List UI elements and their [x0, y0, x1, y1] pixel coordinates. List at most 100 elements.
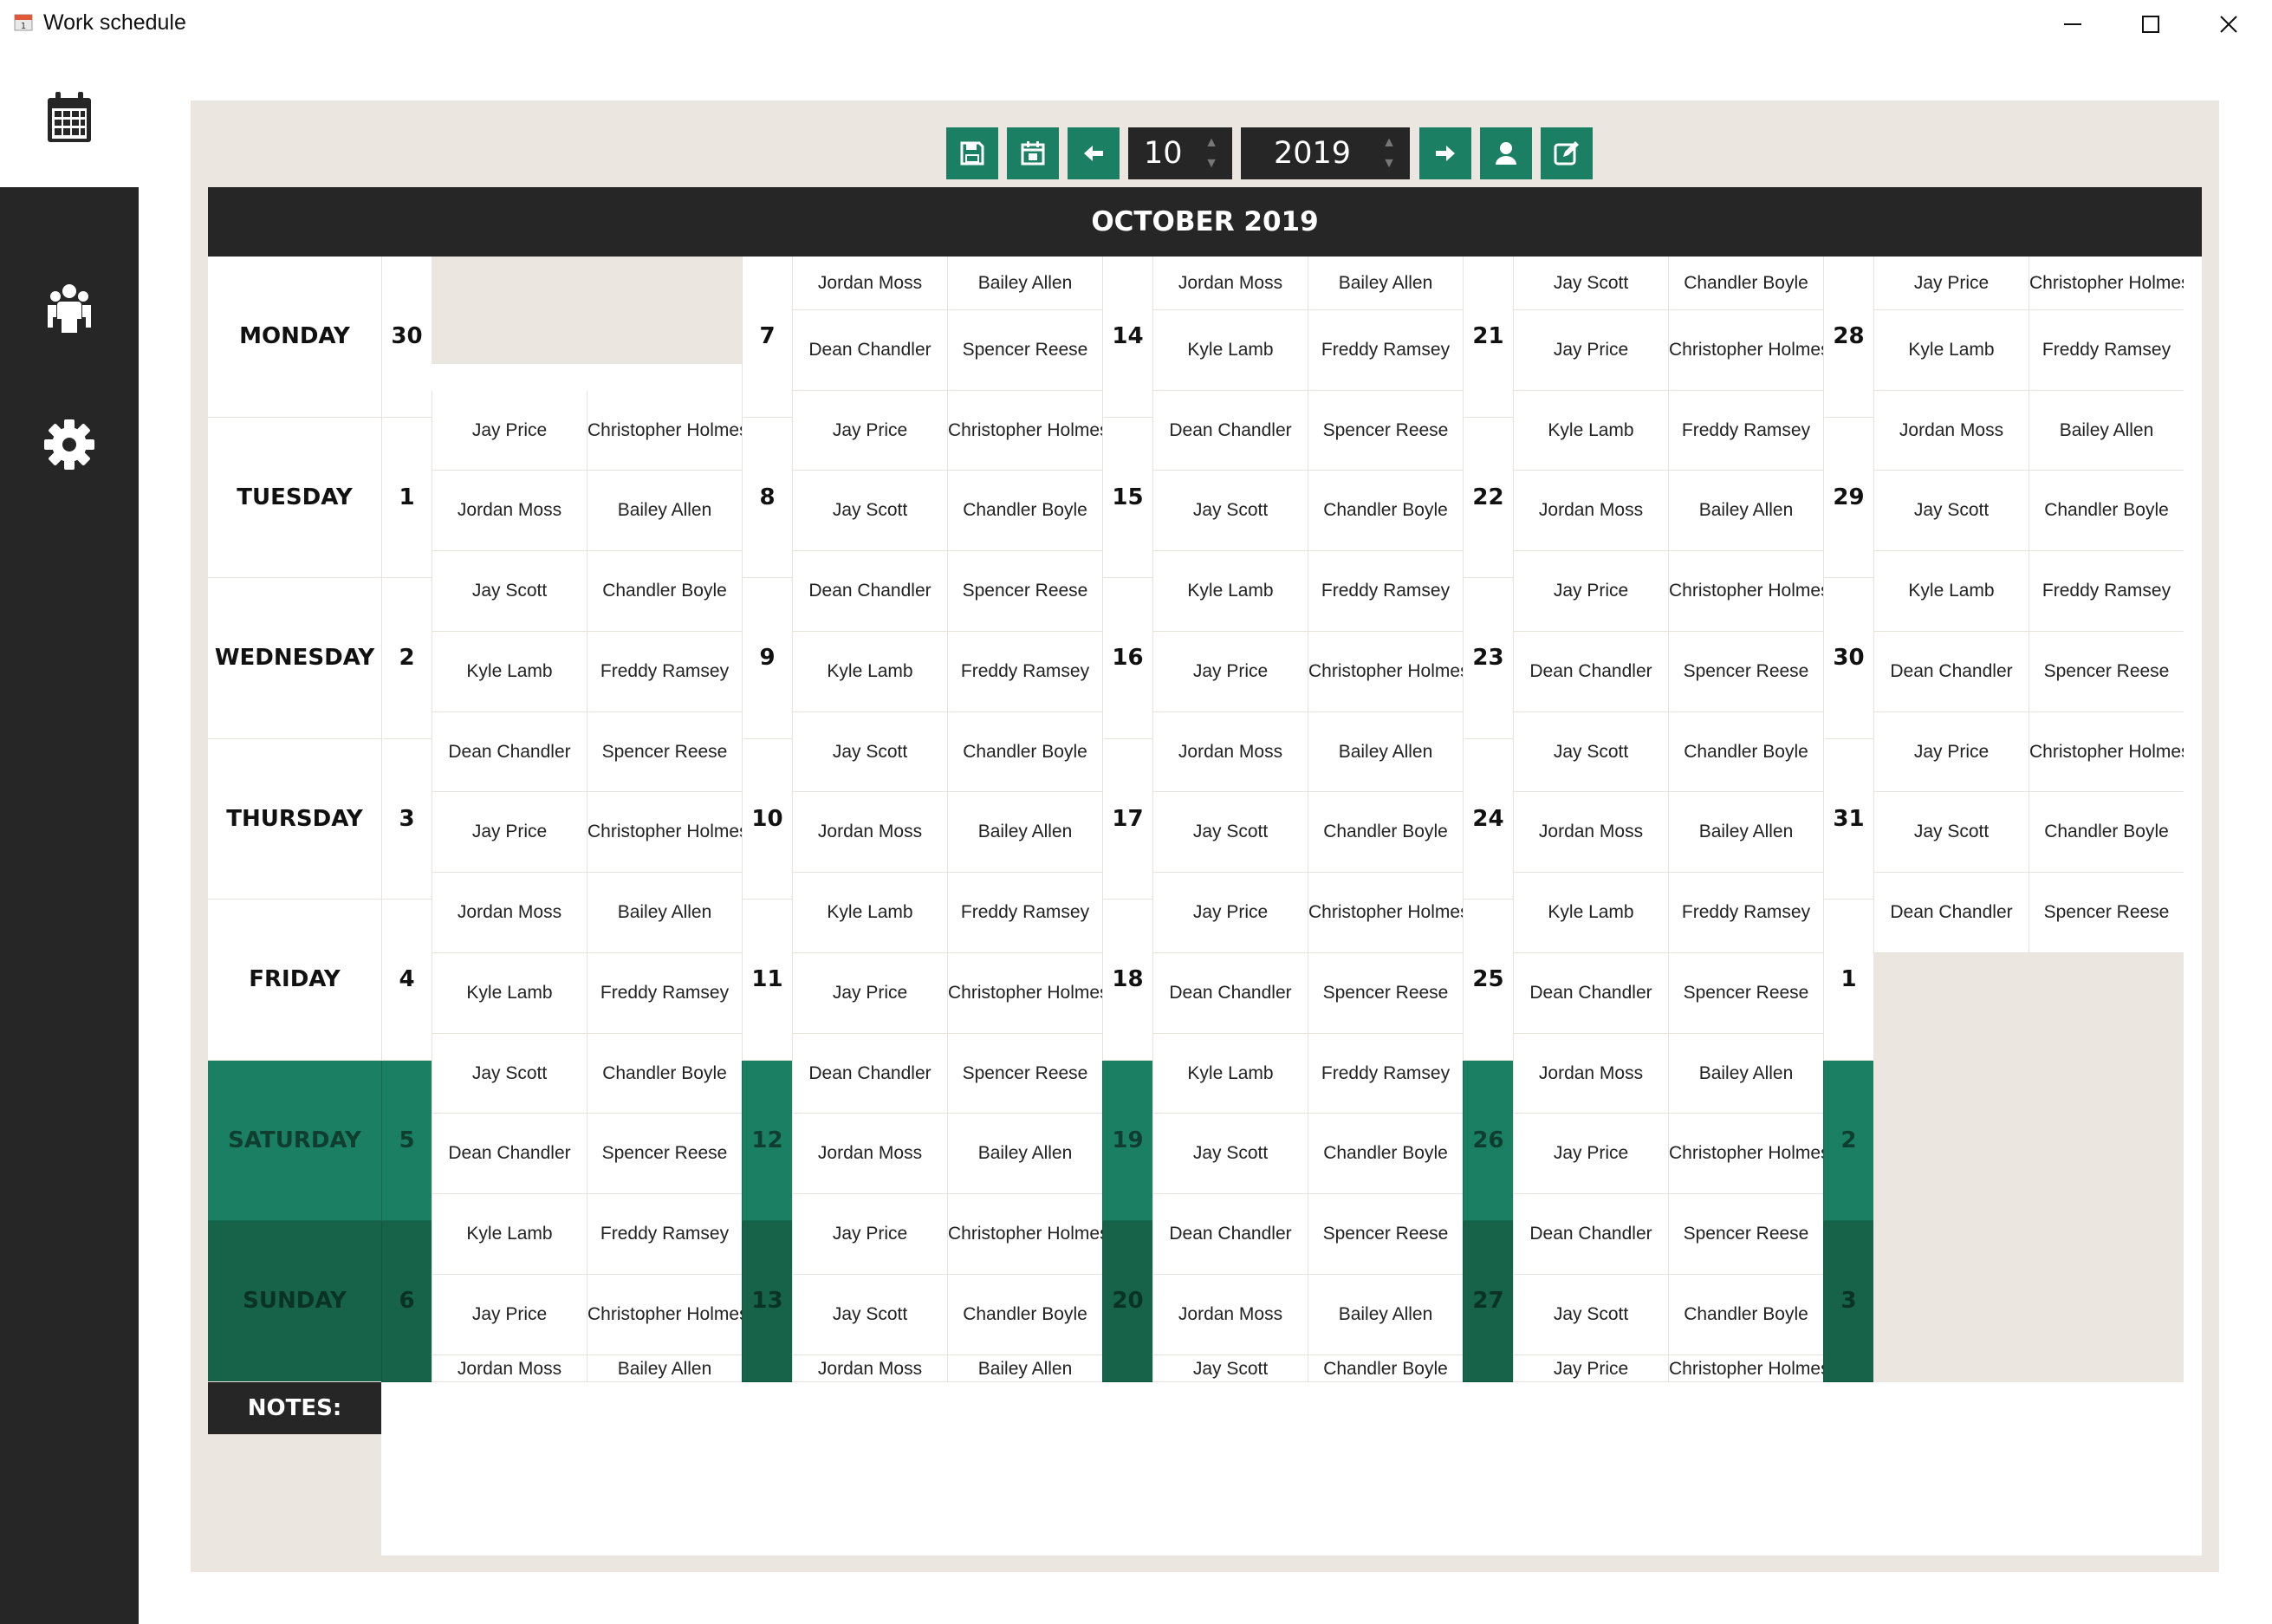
employee-slot[interactable]: Chandler Boyle: [947, 471, 1102, 552]
employee-slot[interactable]: Bailey Allen: [1308, 711, 1463, 793]
year-spinner[interactable]: 2019 ▲ ▼: [1241, 127, 1410, 179]
employee-slot[interactable]: Jay Scott: [1513, 257, 1668, 310]
employee-slot[interactable]: Jay Price: [1513, 1114, 1668, 1195]
employee-slot[interactable]: Jordan Moss: [1513, 792, 1668, 874]
spin-down-icon[interactable]: ▼: [1203, 153, 1220, 174]
employee-slot[interactable]: Spencer Reese: [2029, 873, 2184, 953]
date-cell[interactable]: 30: [1823, 578, 1873, 739]
date-cell[interactable]: 21: [1463, 257, 1513, 418]
employee-slot[interactable]: Christopher Holmes: [1668, 1354, 1823, 1382]
employee-slot[interactable]: Bailey Allen: [587, 1354, 742, 1382]
employee-slot[interactable]: Jordan Moss: [1152, 1274, 1308, 1355]
employee-slot[interactable]: Dean Chandler: [432, 711, 587, 793]
employee-slot[interactable]: Jay Price: [1513, 309, 1668, 391]
employee-slot[interactable]: Freddy Ramsey: [1668, 873, 1823, 953]
employee-slot[interactable]: Dean Chandler: [792, 1033, 947, 1114]
employee-slot[interactable]: Christopher Holmes: [1668, 309, 1823, 391]
minimize-button[interactable]: [2038, 0, 2107, 49]
employee-slot[interactable]: Jordan Moss: [792, 792, 947, 874]
employee-slot[interactable]: Spencer Reese: [947, 551, 1102, 632]
employee-slot[interactable]: Chandler Boyle: [1308, 792, 1463, 874]
employee-slot[interactable]: Kyle Lamb: [1152, 309, 1308, 391]
date-cell[interactable]: 14: [1102, 257, 1152, 418]
month-spinner[interactable]: 10 ▲ ▼: [1128, 127, 1232, 179]
employee-slot[interactable]: Spencer Reese: [587, 1114, 742, 1195]
date-cell[interactable]: 1: [1823, 900, 1873, 1061]
employee-slot[interactable]: Jay Price: [792, 1194, 947, 1275]
edit-button[interactable]: [1541, 127, 1593, 179]
employee-slot[interactable]: Bailey Allen: [1668, 1033, 1823, 1114]
employee-slot[interactable]: Kyle Lamb: [792, 873, 947, 953]
employee-slot[interactable]: Christopher Holmes: [587, 1274, 742, 1355]
employee-slot[interactable]: Chandler Boyle: [947, 711, 1102, 793]
employee-slot[interactable]: Freddy Ramsey: [587, 631, 742, 712]
date-cell[interactable]: 26: [1463, 1060, 1513, 1221]
employee-slot[interactable]: Jordan Moss: [432, 873, 587, 953]
calendar-view-button[interactable]: [1007, 127, 1059, 179]
employee-slot[interactable]: Bailey Allen: [1668, 471, 1823, 552]
employee-slot[interactable]: Dean Chandler: [1873, 631, 2029, 712]
employee-slot[interactable]: Chandler Boyle: [947, 1274, 1102, 1355]
employee-slot[interactable]: Bailey Allen: [1308, 1274, 1463, 1355]
employee-slot[interactable]: Bailey Allen: [947, 1354, 1102, 1382]
employee-slot[interactable]: Bailey Allen: [587, 471, 742, 552]
spin-up-icon[interactable]: ▲: [1380, 133, 1398, 153]
date-cell[interactable]: 27: [1463, 1221, 1513, 1382]
employee-slot[interactable]: Chandler Boyle: [1308, 1354, 1463, 1382]
employee-slot[interactable]: Jay Scott: [792, 471, 947, 552]
employee-slot[interactable]: Chandler Boyle: [1308, 471, 1463, 552]
employee-slot[interactable]: Bailey Allen: [947, 257, 1102, 310]
employee-slot[interactable]: Freddy Ramsey: [2029, 309, 2184, 391]
year-spinner-arrows[interactable]: ▲ ▼: [1380, 133, 1398, 174]
employee-slot[interactable]: Dean Chandler: [1152, 952, 1308, 1034]
employee-slot[interactable]: Spencer Reese: [587, 711, 742, 793]
date-cell[interactable]: 18: [1102, 900, 1152, 1061]
employee-slot[interactable]: Kyle Lamb: [1152, 1033, 1308, 1114]
employee-slot[interactable]: Jay Scott: [1152, 1114, 1308, 1195]
employee-slot[interactable]: Kyle Lamb: [432, 1194, 587, 1275]
date-cell[interactable]: 24: [1463, 738, 1513, 900]
employee-slot[interactable]: Kyle Lamb: [432, 631, 587, 712]
employee-slot[interactable]: Spencer Reese: [2029, 631, 2184, 712]
employee-slot[interactable]: Dean Chandler: [792, 551, 947, 632]
employee-slot[interactable]: Jay Price: [1513, 1354, 1668, 1382]
date-cell[interactable]: 10: [742, 738, 792, 900]
close-button[interactable]: [2194, 0, 2263, 49]
save-button[interactable]: [946, 127, 998, 179]
date-cell[interactable]: 13: [742, 1221, 792, 1382]
employee-slot[interactable]: Bailey Allen: [947, 1114, 1102, 1195]
employee-slot[interactable]: Freddy Ramsey: [1308, 551, 1463, 632]
employee-slot[interactable]: Jay Scott: [1152, 1354, 1308, 1382]
employee-slot[interactable]: Freddy Ramsey: [1308, 309, 1463, 391]
date-cell[interactable]: 8: [742, 417, 792, 578]
employee-slot[interactable]: Dean Chandler: [1513, 631, 1668, 712]
next-month-button[interactable]: [1419, 127, 1471, 179]
employee-slot[interactable]: Kyle Lamb: [1873, 309, 2029, 391]
sidebar-item-settings[interactable]: [0, 375, 139, 514]
employee-slot[interactable]: Chandler Boyle: [2029, 792, 2184, 874]
maximize-button[interactable]: [2116, 0, 2185, 49]
date-cell[interactable]: 25: [1463, 900, 1513, 1061]
date-cell[interactable]: 11: [742, 900, 792, 1061]
sidebar-item-employees[interactable]: [0, 239, 139, 378]
employee-slot[interactable]: Chandler Boyle: [587, 551, 742, 632]
employee-slot[interactable]: Bailey Allen: [2029, 390, 2184, 471]
employee-slot[interactable]: Jordan Moss: [792, 1114, 947, 1195]
date-cell[interactable]: 16: [1102, 578, 1152, 739]
employee-slot[interactable]: Jay Price: [432, 1274, 587, 1355]
date-cell[interactable]: 20: [1102, 1221, 1152, 1382]
employee-slot[interactable]: Freddy Ramsey: [587, 1194, 742, 1275]
employee-slot[interactable]: Christopher Holmes: [587, 792, 742, 874]
date-cell[interactable]: 5: [381, 1060, 432, 1221]
employee-slot[interactable]: Spencer Reese: [1668, 952, 1823, 1034]
date-cell[interactable]: 15: [1102, 417, 1152, 578]
employee-slot[interactable]: Dean Chandler: [1513, 1194, 1668, 1275]
employee-slot[interactable]: Kyle Lamb: [1873, 551, 2029, 632]
date-cell[interactable]: 17: [1102, 738, 1152, 900]
employee-slot[interactable]: Jay Scott: [432, 551, 587, 632]
employee-slot[interactable]: Chandler Boyle: [1308, 1114, 1463, 1195]
employee-slot[interactable]: Jordan Moss: [792, 257, 947, 310]
employee-slot[interactable]: Jay Scott: [1152, 471, 1308, 552]
date-cell[interactable]: 23: [1463, 578, 1513, 739]
employee-slot[interactable]: Jay Price: [432, 390, 587, 471]
